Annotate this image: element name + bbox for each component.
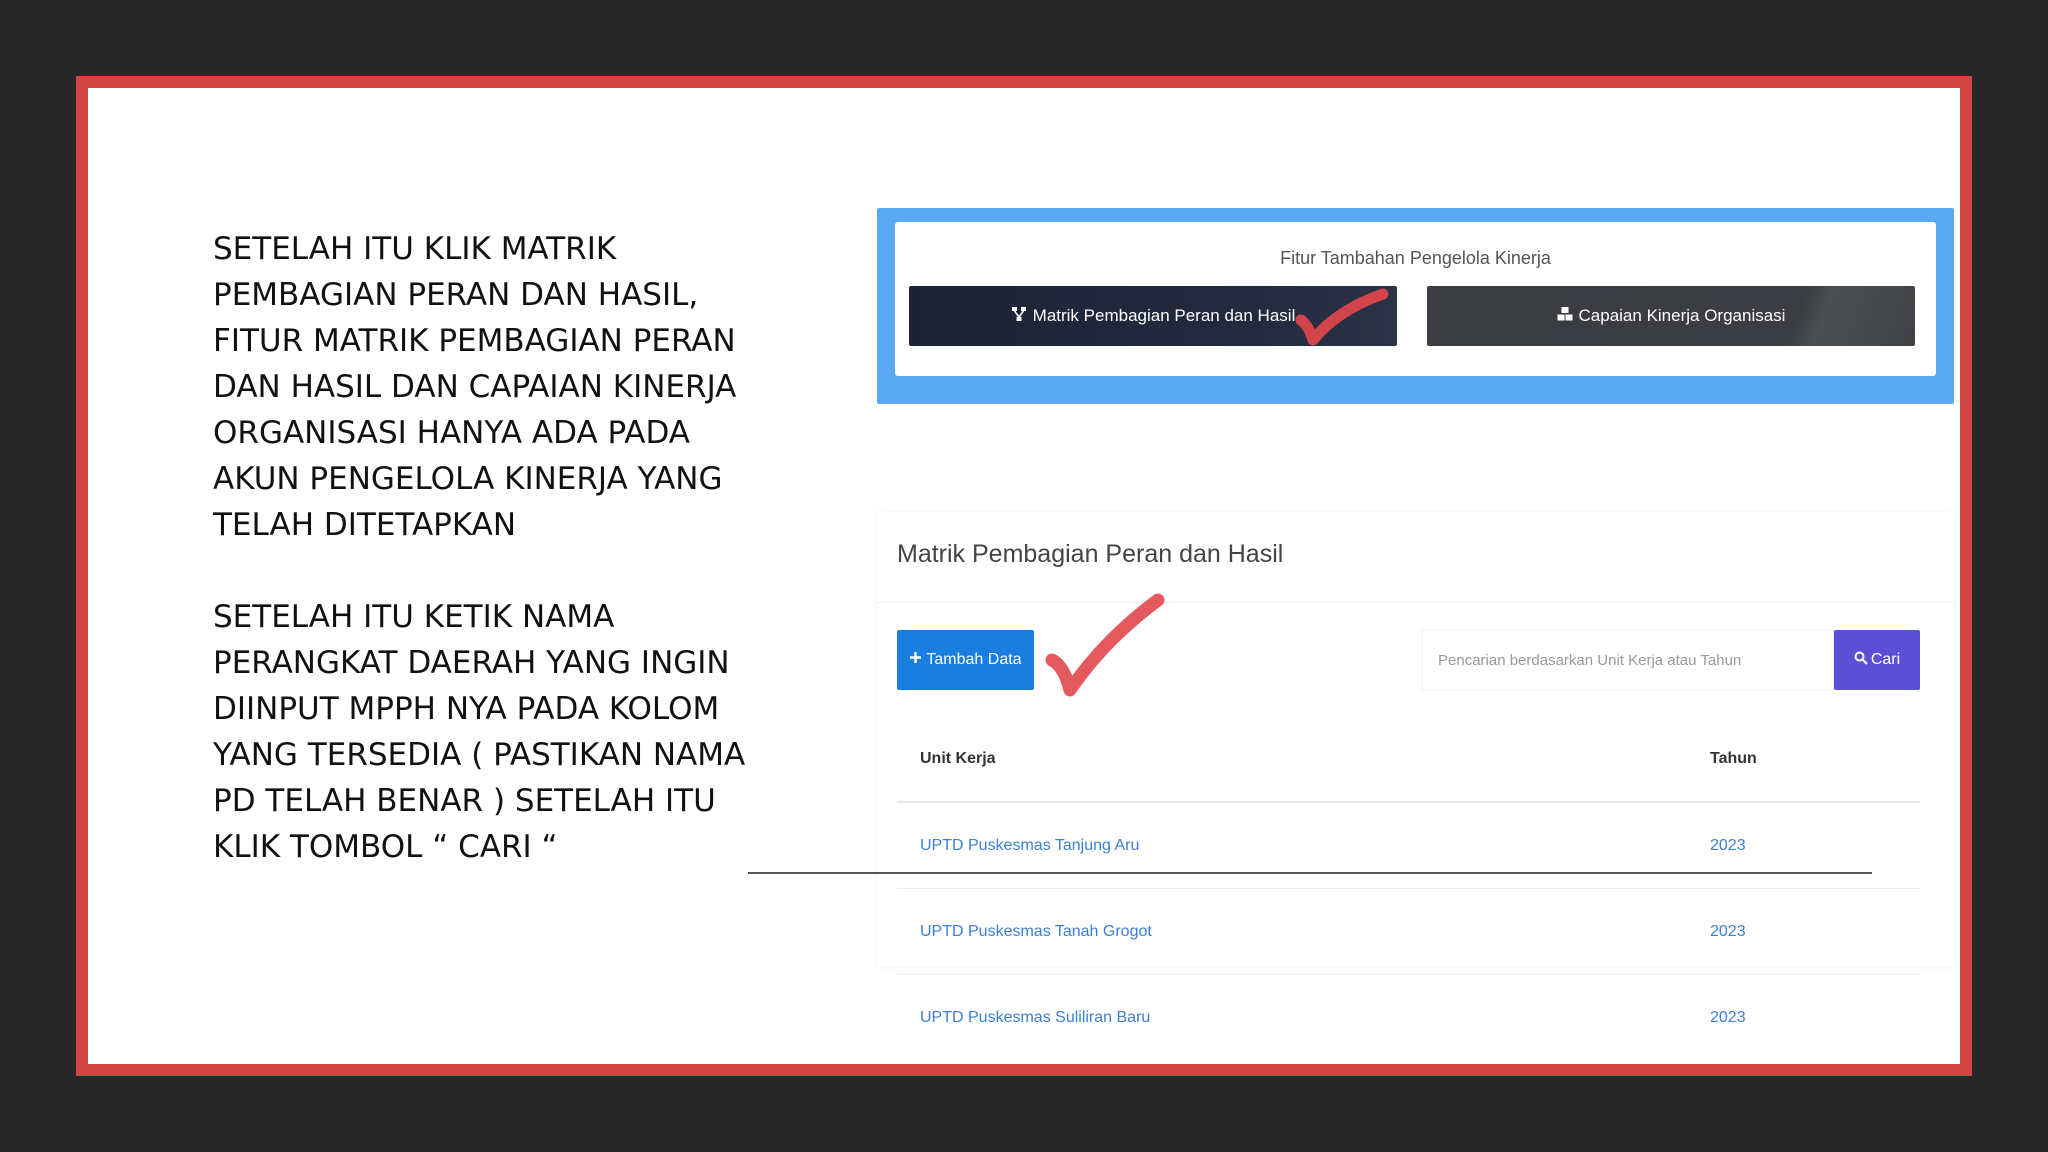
check-mark-icon: [1045, 593, 1165, 697]
matrix-table-card: Matrik Pembagian Peran dan Hasil Tambah …: [877, 512, 1954, 1026]
unit-kerja-link[interactable]: UPTD Puskesmas Tanjung Aru: [920, 837, 1139, 855]
capaian-kinerja-label: Capaian Kinerja Organisasi: [1578, 306, 1786, 325]
column-header-tahun: Tahun: [1710, 749, 1757, 767]
heading-divider: [877, 602, 1954, 603]
instruction-text: SETELAH ITU KLIK MATRIK PEMBAGIAN PERAN …: [213, 226, 773, 916]
tahun-cell: 2023: [1710, 1008, 1746, 1026]
unit-kerja-link[interactable]: UPTD Puskesmas Suliliran Baru: [920, 1009, 1150, 1027]
sitemap-icon: [1011, 306, 1027, 327]
table-header: Unit Kerja Tahun: [897, 716, 1920, 803]
slide: SETELAH ITU KLIK MATRIK PEMBAGIAN PERAN …: [88, 88, 1960, 1064]
tambah-data-button[interactable]: Tambah Data: [897, 630, 1034, 690]
tambah-data-label: Tambah Data: [926, 651, 1022, 668]
table-row: UPTD Puskesmas Tanah Grogot 2023: [897, 889, 1920, 975]
search-input[interactable]: [1422, 630, 1834, 690]
matrix-pembagian-label: Matrik Pembagian Peran dan Hasil: [1032, 306, 1296, 325]
unit-kerja-link[interactable]: UPTD Puskesmas Tanah Grogot: [920, 923, 1152, 941]
tahun-cell: 2023: [1710, 922, 1746, 940]
table-row: UPTD Puskesmas Suliliran Baru 2023: [897, 975, 1920, 1060]
check-mark-icon: [1295, 288, 1389, 346]
capaian-kinerja-button[interactable]: Capaian Kinerja Organisasi: [1427, 286, 1915, 346]
plus-icon: [909, 651, 922, 669]
table-row: UPTD Puskesmas Tanjung Aru 2023: [897, 803, 1920, 889]
slide-frame: SETELAH ITU KLIK MATRIK PEMBAGIAN PERAN …: [76, 76, 1972, 1076]
card-heading: Matrik Pembagian Peran dan Hasil: [897, 540, 1284, 568]
instruction-paragraph-2: SETELAH ITU KETIK NAMA PERANGKAT DAERAH …: [213, 599, 746, 865]
feature-panel-title: Fitur Tambahan Pengelola Kinerja: [1280, 248, 1551, 268]
tahun-cell: 2023: [1710, 836, 1746, 854]
screenshot-bottom-edge: [748, 872, 1872, 874]
cubes-icon: [1557, 306, 1573, 327]
feature-panel-inner: Fitur Tambahan Pengelola Kinerja Matrik …: [895, 222, 1936, 376]
cari-button[interactable]: Cari: [1834, 630, 1920, 690]
cari-label: Cari: [1870, 651, 1901, 668]
search-icon: [1854, 651, 1868, 670]
column-header-unit-kerja: Unit Kerja: [920, 749, 996, 767]
unit-kerja-table: Unit Kerja Tahun UPTD Puskesmas Tanjung …: [897, 716, 1920, 1060]
instruction-paragraph-1: SETELAH ITU KLIK MATRIK PEMBAGIAN PERAN …: [213, 231, 737, 543]
feature-panel: Fitur Tambahan Pengelola Kinerja Matrik …: [877, 208, 1954, 404]
app-screenshot: Fitur Tambahan Pengelola Kinerja Matrik …: [861, 188, 1954, 1026]
